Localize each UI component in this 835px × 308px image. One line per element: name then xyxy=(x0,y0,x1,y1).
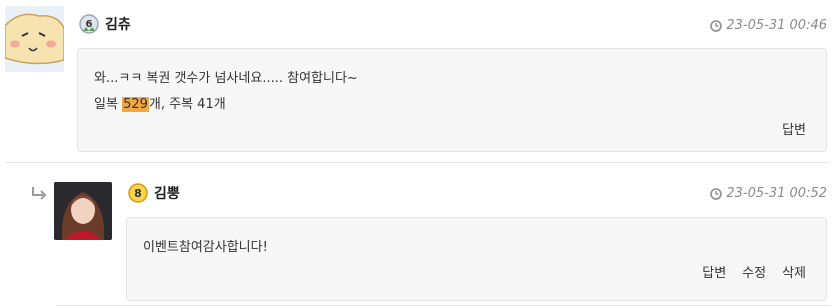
level-badge-icon: 8 xyxy=(128,183,148,203)
delete-button[interactable]: 삭제 xyxy=(782,262,806,281)
svg-text:8: 8 xyxy=(134,187,142,200)
comment-actions: 답변 xyxy=(782,119,806,138)
comment-body-line: 와...ㅋㅋ 복권 갯수가 넘사네요..... 참여합니다~ xyxy=(94,71,358,86)
divider xyxy=(56,305,830,306)
avatar[interactable] xyxy=(5,6,64,72)
comment-body-line: 일복 529개, 주복 41개 xyxy=(94,93,226,112)
svg-text:6: 6 xyxy=(86,19,93,30)
reply-button[interactable]: 답변 xyxy=(702,262,726,281)
avatar[interactable] xyxy=(54,182,112,240)
body-text: 개, 주복 41개 xyxy=(148,97,226,112)
comment-item: 8 김뿡 23-05-31 00:52 이벤트참여감사합니다! 답변 수정 삭제 xyxy=(0,165,835,308)
divider xyxy=(5,162,830,163)
clock-icon xyxy=(710,19,723,32)
level-badge-icon: 6 xyxy=(79,14,99,34)
comment-bubble: 이벤트참여감사합니다! 답변 수정 삭제 xyxy=(126,217,827,301)
comment-author[interactable]: 6 김츄 xyxy=(79,14,131,34)
clock-icon xyxy=(710,187,723,200)
comment-body-line: 이벤트참여감사합니다! xyxy=(143,240,268,255)
comment-author[interactable]: 8 김뿡 xyxy=(128,183,180,203)
comment-bubble: 와...ㅋㅋ 복권 갯수가 넘사네요..... 참여합니다~ 일복 529개, … xyxy=(77,48,827,152)
reply-button[interactable]: 답변 xyxy=(782,119,806,138)
author-name[interactable]: 김뿡 xyxy=(154,183,180,203)
reply-arrow-icon xyxy=(30,185,48,200)
comment-actions: 답변 수정 삭제 xyxy=(702,262,806,281)
author-name[interactable]: 김츄 xyxy=(105,14,131,34)
edit-button[interactable]: 수정 xyxy=(742,262,766,281)
highlighted-text: 529 xyxy=(122,97,149,112)
timestamp-text: 23-05-31 00:52 xyxy=(726,186,827,201)
timestamp-text: 23-05-31 00:46 xyxy=(726,18,827,33)
comment-item: 6 김츄 23-05-31 00:46 와...ㅋㅋ 복권 갯수가 넘사네요..… xyxy=(0,0,835,162)
comment-timestamp: 23-05-31 00:52 xyxy=(710,186,827,201)
comment-timestamp: 23-05-31 00:46 xyxy=(710,18,827,33)
body-text: 일복 xyxy=(94,97,123,112)
